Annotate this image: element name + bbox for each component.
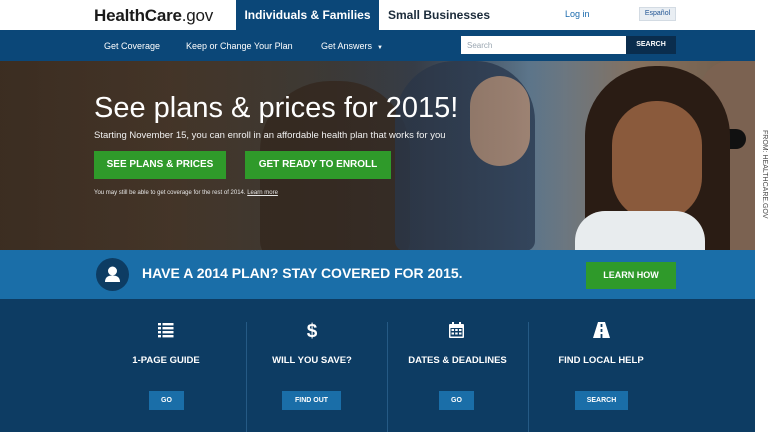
dates-go-button[interactable]: GO — [439, 391, 474, 410]
caret-down-icon: ▼ — [377, 45, 383, 51]
banner-title: HAVE A 2014 PLAN? STAY COVERED FOR 2015. — [142, 265, 463, 281]
calendar-icon — [449, 322, 464, 343]
feature-divider — [246, 322, 247, 432]
learn-more-link[interactable]: Learn more — [247, 190, 278, 196]
search-input[interactable] — [461, 36, 626, 54]
dollar-icon: $ — [305, 320, 319, 345]
see-plans-prices-button[interactable]: SEE PLANS & PRICES — [94, 151, 226, 179]
login-link[interactable]: Log in — [565, 9, 590, 19]
nav-keep-change-plan[interactable]: Keep or Change Your Plan — [186, 41, 293, 51]
nav-get-answers-label: Get Answers — [321, 41, 373, 51]
nav-get-coverage[interactable]: Get Coverage — [104, 41, 160, 51]
hero-title: See plans & prices for 2015! — [94, 92, 459, 124]
language-button[interactable]: Español — [639, 7, 676, 21]
logo-main: HealthCare — [94, 6, 182, 25]
logo-tld: .gov — [181, 6, 214, 25]
tab-individuals-families[interactable]: Individuals & Families — [236, 0, 379, 30]
feature-title-save: WILL YOU SAVE? — [272, 355, 352, 366]
get-ready-to-enroll-button[interactable]: GET READY TO ENROLL — [245, 151, 391, 179]
search-button[interactable]: SEARCH — [626, 36, 676, 54]
feature-title-guide: 1-PAGE GUIDE — [132, 355, 200, 366]
hero-subtitle: Starting November 15, you can enroll in … — [94, 130, 446, 141]
local-help-search-button[interactable]: SEARCH — [575, 391, 628, 410]
feature-title-dates: DATES & DEADLINES — [408, 355, 507, 366]
hero-note: You may still be able to get coverage fo… — [94, 190, 278, 196]
healthcare-gov-logo[interactable]: HealthCare.gov — [94, 6, 213, 26]
tab-small-businesses[interactable]: Small Businesses — [379, 0, 499, 30]
guide-go-button[interactable]: GO — [149, 391, 184, 410]
svg-text:$: $ — [307, 321, 318, 340]
person-icon — [96, 258, 129, 291]
learn-how-button[interactable]: LEARN HOW — [586, 262, 676, 289]
image-credit: FROM: HEALTHCARE.GOV — [761, 130, 768, 219]
feature-divider — [387, 322, 388, 432]
feature-divider — [528, 322, 529, 432]
find-out-button[interactable]: FIND OUT — [282, 391, 341, 410]
road-icon — [593, 322, 610, 343]
nav-get-answers[interactable]: Get Answers ▼ — [321, 41, 383, 51]
list-icon — [158, 322, 174, 343]
feature-title-local-help: FIND LOCAL HELP — [558, 355, 644, 366]
hero-note-text: You may still be able to get coverage fo… — [94, 190, 246, 196]
